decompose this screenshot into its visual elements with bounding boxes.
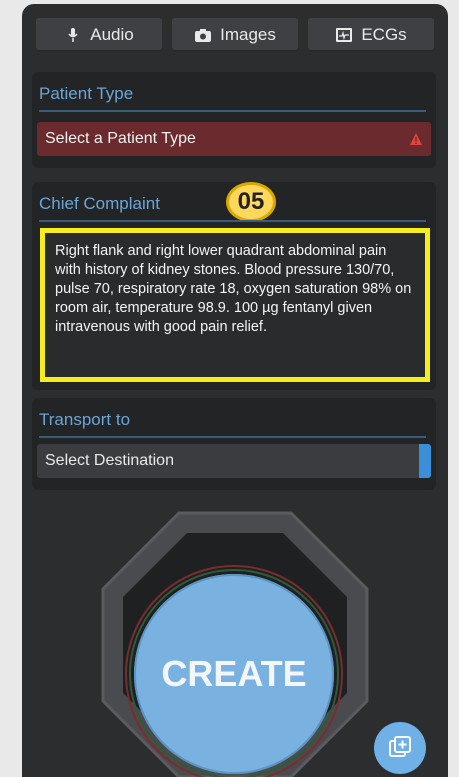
divider	[39, 220, 426, 222]
warning-icon	[410, 133, 422, 145]
ecg-icon	[336, 28, 353, 42]
ecgs-tab-label: ECGs	[361, 25, 407, 44]
add-copy-icon	[389, 736, 411, 757]
chief-complaint-card: Chief Complaint 05 Right flank and right…	[32, 182, 436, 390]
divider	[39, 110, 426, 112]
divider	[39, 436, 426, 438]
create-button[interactable]: CREATE	[134, 574, 334, 774]
chief-complaint-textarea[interactable]: Right flank and right lower quadrant abd…	[40, 228, 430, 382]
microphone-icon	[68, 28, 78, 42]
step-badge: 05	[226, 182, 276, 222]
images-tab-label: Images	[220, 25, 276, 44]
ecgs-tab[interactable]: ECGs	[308, 18, 434, 52]
transport-card: Transport to Select Destination	[32, 398, 436, 490]
patient-type-placeholder: Select a Patient Type	[45, 130, 196, 147]
audio-tab[interactable]: Audio	[36, 18, 162, 52]
chief-complaint-title: Chief Complaint	[39, 194, 160, 213]
transport-title: Transport to	[39, 410, 131, 429]
destination-select[interactable]: Select Destination	[37, 444, 431, 478]
create-button-housing: CREATE	[99, 509, 371, 777]
audio-tab-label: Audio	[90, 25, 134, 44]
images-tab[interactable]: Images	[172, 18, 298, 52]
media-tabbar: Audio Images ECGs	[36, 18, 434, 54]
patient-type-title: Patient Type	[39, 84, 134, 103]
destination-placeholder: Select Destination	[45, 452, 174, 469]
app-screen: Audio Images ECGs Patient Type Select a …	[22, 4, 448, 777]
camera-icon	[195, 29, 212, 42]
floating-action-button[interactable]	[374, 722, 426, 774]
dropdown-caret-icon	[419, 444, 431, 478]
patient-type-card: Patient Type Select a Patient Type	[32, 72, 436, 168]
patient-type-select[interactable]: Select a Patient Type	[37, 122, 431, 156]
